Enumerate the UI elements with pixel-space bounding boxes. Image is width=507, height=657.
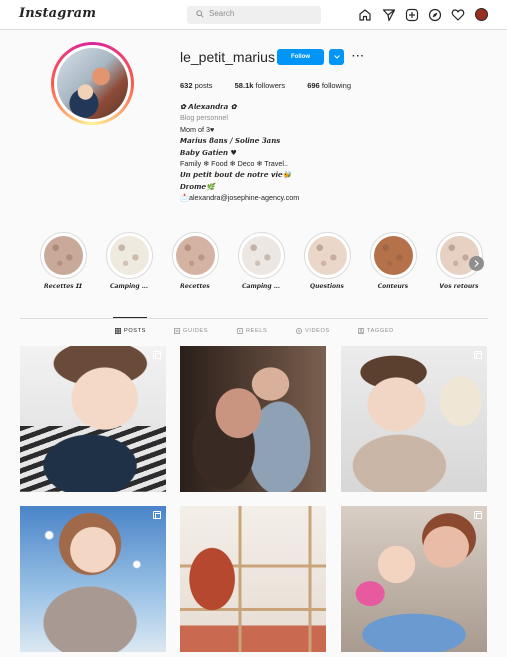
story-highlight[interactable]: 𝘾𝙤𝙣𝙩𝙚𝙪𝙧𝙨 bbox=[367, 232, 419, 290]
highlight-cover bbox=[175, 236, 215, 275]
highlight-label: 𝘾𝙤𝙣𝙩𝙚𝙪𝙧𝙨 bbox=[377, 283, 409, 290]
profile-bio: ✿ 𝘼𝙡𝙚𝙭𝙖𝙣𝙙𝙧𝙖 ✿ Blog personnel Mom of 3♥ 𝙈… bbox=[180, 101, 400, 204]
tab-posts[interactable]: POSTS bbox=[115, 328, 146, 334]
highlight-label: 𝙌𝙪𝙚𝙨𝙩𝙞𝙤𝙣𝙨 bbox=[310, 283, 344, 290]
carousel-icon bbox=[153, 351, 161, 359]
home-icon[interactable] bbox=[358, 8, 372, 22]
highlight-cover bbox=[109, 236, 149, 275]
more-options-button[interactable]: ··· bbox=[352, 51, 365, 62]
story-highlight[interactable]: 𝙌𝙪𝙚𝙨𝙩𝙞𝙤𝙣𝙨 bbox=[301, 232, 353, 290]
active-tab-indicator bbox=[113, 317, 147, 318]
post-tile[interactable] bbox=[20, 506, 166, 652]
tag-icon bbox=[358, 328, 364, 334]
guide-icon bbox=[174, 328, 180, 334]
bio-email[interactable]: 📩alexandra@josephine-agency.com bbox=[180, 192, 400, 203]
story-highlight[interactable]: 𝘾𝙖𝙢𝙥𝙞𝙣𝙜 ... bbox=[235, 232, 287, 290]
carousel-icon bbox=[474, 511, 482, 519]
explore-icon[interactable] bbox=[428, 8, 442, 22]
new-post-icon[interactable] bbox=[405, 8, 419, 22]
play-icon bbox=[296, 328, 302, 334]
search-placeholder: Search bbox=[209, 9, 235, 18]
carousel-icon bbox=[153, 511, 161, 519]
bio-line: 𝙐𝙣 𝙥𝙚𝙩𝙞𝙩 𝙗𝙤𝙪𝙩 𝙙𝙚 𝙣𝙤𝙩𝙧𝙚 𝙫𝙞𝙚🐝 bbox=[180, 170, 292, 180]
direct-message-icon[interactable] bbox=[382, 8, 396, 22]
suggested-dropdown-button[interactable] bbox=[329, 49, 344, 65]
bio-line: 𝘿𝙧𝙤𝙢𝙚🌿 bbox=[180, 181, 215, 191]
tabs-divider bbox=[20, 318, 488, 319]
tab-guides[interactable]: GUIDES bbox=[174, 328, 208, 334]
instagram-logo[interactable]: Instagram bbox=[19, 6, 96, 21]
tab-reels[interactable]: REELS bbox=[237, 328, 267, 334]
bio-line: Mom of 3♥ bbox=[180, 124, 215, 134]
highlight-label: 𝙍𝙚𝙘𝙚𝙩𝙩𝙚𝙨 𝙄𝙄 bbox=[44, 283, 82, 290]
top-nav: Instagram Search bbox=[0, 0, 507, 30]
profile-photo bbox=[57, 48, 128, 119]
highlight-cover bbox=[373, 236, 413, 275]
post-tile[interactable] bbox=[341, 506, 487, 652]
highlight-label: 𝘾𝙖𝙢𝙥𝙞𝙣𝙜 ... bbox=[242, 283, 280, 290]
carousel-icon bbox=[474, 351, 482, 359]
follow-button[interactable]: Follow bbox=[277, 49, 324, 65]
chevron-down-icon bbox=[333, 55, 340, 59]
my-avatar[interactable] bbox=[475, 8, 488, 21]
story-highlight[interactable]: 𝘾𝙖𝙢𝙥𝙞𝙣𝙜 ... bbox=[103, 232, 155, 290]
post-tile[interactable] bbox=[180, 346, 326, 492]
reels-icon bbox=[237, 328, 243, 334]
bio-category: Blog personnel bbox=[180, 113, 228, 123]
tab-videos[interactable]: VIDEOS bbox=[296, 328, 330, 334]
activity-heart-icon[interactable] bbox=[451, 8, 465, 22]
highlights-next-button[interactable] bbox=[469, 256, 484, 271]
profile-avatar[interactable] bbox=[51, 42, 134, 125]
bio-line: Family ❄ Food ❄ Deco ❄ Travel.. bbox=[180, 158, 288, 168]
search-icon bbox=[196, 10, 204, 18]
tab-tagged[interactable]: TAGGED bbox=[358, 328, 394, 334]
grid-icon bbox=[115, 328, 121, 334]
search-input[interactable]: Search bbox=[187, 6, 321, 24]
post-tile[interactable] bbox=[180, 506, 326, 652]
post-tile[interactable] bbox=[20, 346, 166, 492]
story-highlight[interactable]: 𝙍𝙚𝙘𝙚𝙩𝙩𝙚𝙨 𝙄𝙄 bbox=[37, 232, 89, 290]
followers-stat[interactable]: 58.1k followers bbox=[235, 81, 285, 90]
post-tile[interactable] bbox=[341, 346, 487, 492]
profile-stats: 632 posts 58.1k followers 696 following bbox=[180, 81, 371, 90]
highlight-label: 𝘾𝙖𝙢𝙥𝙞𝙣𝙜 ... bbox=[110, 283, 148, 290]
bio-line: 𝘽𝙖𝙗𝙮 𝙂𝙖𝙩𝙞𝙚𝙣 ♥ bbox=[180, 147, 237, 157]
story-highlight[interactable]: 𝙍𝙚𝙘𝙚𝙩𝙩𝙚𝙨 bbox=[169, 232, 221, 290]
posts-stat: 632 posts bbox=[180, 81, 213, 90]
following-stat[interactable]: 696 following bbox=[307, 81, 351, 90]
highlight-cover bbox=[307, 236, 347, 275]
profile-username: le_petit_marius bbox=[180, 49, 275, 65]
highlight-label: 𝙑𝙤𝙨 𝙧𝙚𝙩𝙤𝙪𝙧𝙨 bbox=[439, 283, 479, 290]
chevron-right-icon bbox=[474, 260, 479, 267]
bio-line: 𝙈𝙖𝙧𝙞𝙪𝙨 8ans / 𝙎𝙤𝙡𝙞𝙣𝙚 3ans bbox=[180, 136, 281, 146]
bio-name: ✿ 𝘼𝙡𝙚𝙭𝙖𝙣𝙙𝙧𝙖 ✿ bbox=[180, 102, 237, 111]
highlight-cover bbox=[43, 236, 83, 275]
highlight-cover bbox=[241, 236, 281, 275]
highlight-label: 𝙍𝙚𝙘𝙚𝙩𝙩𝙚𝙨 bbox=[180, 283, 210, 290]
